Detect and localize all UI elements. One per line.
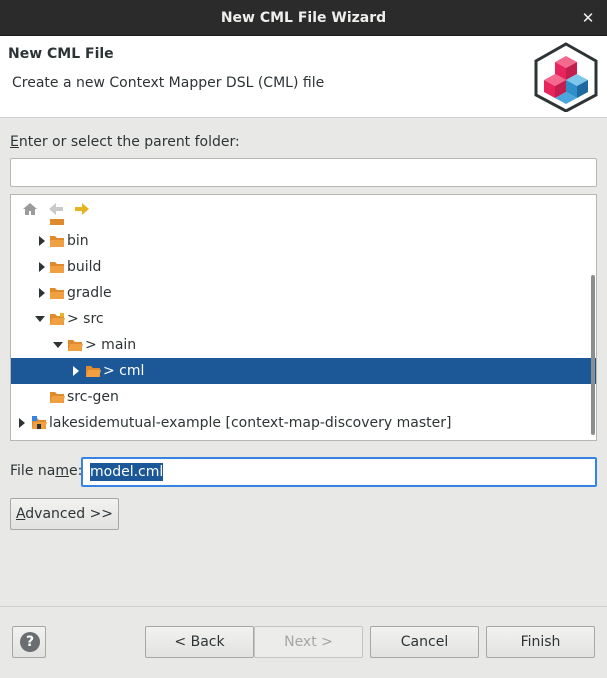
tree-item-bin[interactable]: bin	[11, 228, 596, 254]
cube-logo-icon	[534, 42, 598, 112]
tree-item-project[interactable]: lakesidemutual-example [context-map-disc…	[11, 410, 596, 436]
collapse-arrow-icon[interactable]	[35, 314, 45, 324]
open-folder-icon	[50, 392, 65, 403]
mnemonic-a: A	[15, 506, 26, 522]
page-title: New CML File	[8, 46, 114, 62]
wizard-header: New CML File Create a new Context Mapper…	[0, 36, 607, 118]
footer-divider	[0, 606, 607, 607]
file-name-input[interactable]: model.cml	[81, 457, 597, 487]
tree-item-label: > cml	[103, 363, 145, 379]
tree-item-src-gen[interactable]: src-gen	[11, 384, 596, 410]
next-button[interactable]: Next >	[254, 626, 363, 658]
tree-item-cml[interactable]: > cml	[11, 358, 596, 384]
tree-item-build[interactable]: build	[11, 254, 596, 280]
expand-arrow-icon[interactable]	[37, 236, 47, 246]
home-icon[interactable]	[21, 201, 39, 217]
open-folder-icon	[68, 340, 83, 351]
folder-icon	[50, 219, 64, 225]
cancel-button[interactable]: Cancel	[370, 626, 479, 658]
collapse-arrow-icon[interactable]	[53, 340, 63, 350]
tree-item-label: lakesidemutual-example [context-map-disc…	[49, 415, 452, 431]
tree-item-label: > src	[67, 311, 104, 327]
tree-item-label: src-gen	[67, 389, 119, 405]
expand-arrow-icon[interactable]	[37, 288, 47, 298]
tree-item-label: gradle	[67, 285, 112, 301]
expand-arrow-icon[interactable]	[17, 418, 27, 428]
open-folder-icon	[86, 366, 101, 377]
expand-arrow-icon[interactable]	[71, 366, 81, 376]
file-name-label-a: File na	[10, 463, 56, 479]
project-icon	[32, 416, 47, 429]
advanced-label: dvanced >>	[25, 506, 114, 522]
page-description: Create a new Context Mapper DSL (CML) fi…	[12, 75, 325, 91]
tree-scrollbar[interactable]	[591, 275, 595, 435]
window-title: New CML File Wizard	[220, 10, 387, 26]
tree-item-label: > main	[85, 337, 137, 353]
folder-icon	[50, 288, 64, 299]
title-bar: New CML File Wizard ✕	[0, 0, 607, 36]
parent-folder-label: Enter or select the parent folder:	[10, 134, 240, 150]
tree-item-src[interactable]: > src	[11, 306, 596, 332]
folder-icon	[50, 262, 64, 273]
file-name-value: model.cml	[90, 463, 164, 481]
file-name-label: File name:	[10, 463, 82, 479]
forward-arrow-icon[interactable]	[73, 201, 91, 217]
close-icon[interactable]: ✕	[579, 9, 597, 27]
help-icon: ?	[20, 632, 40, 652]
advanced-button[interactable]: Advanced >>	[10, 498, 119, 530]
finish-button[interactable]: Finish	[486, 626, 595, 658]
tree-body: bin build gradle > src > main > cml src-…	[11, 219, 596, 440]
mnemonic-e: E	[10, 134, 19, 150]
parent-folder-label-text: nter or select the parent folder:	[18, 134, 240, 150]
folder-tree[interactable]: bin build gradle > src > main > cml src-…	[10, 194, 597, 441]
back-button[interactable]: < Back	[145, 626, 254, 658]
tree-item-label: bin	[67, 233, 89, 249]
tree-item-gradle[interactable]: gradle	[11, 280, 596, 306]
source-folder-icon	[50, 313, 65, 325]
mnemonic-m: m	[55, 463, 69, 479]
expand-arrow-icon[interactable]	[37, 262, 47, 272]
help-button[interactable]: ?	[12, 626, 46, 658]
tree-item-label: build	[67, 259, 102, 275]
parent-folder-input[interactable]: context-mapper-examples/src/main/cml	[10, 158, 597, 187]
folder-icon	[50, 236, 64, 247]
back-arrow-icon[interactable]	[47, 201, 65, 217]
tree-item-main[interactable]: > main	[11, 332, 596, 358]
